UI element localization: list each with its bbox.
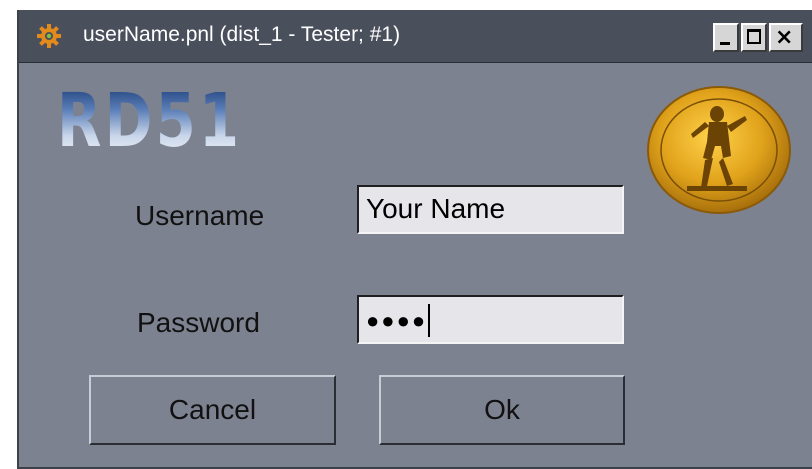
gear-icon — [37, 24, 61, 48]
rd51-logo: RD51 — [57, 78, 243, 164]
university-seal-icon — [647, 86, 791, 214]
close-icon: × — [775, 25, 794, 50]
ok-button[interactable]: Ok — [379, 375, 625, 445]
text-caret — [428, 304, 431, 337]
login-dialog-window: userName.pnl (dist_1 - Tester; #1) × RD5… — [17, 10, 812, 469]
close-button[interactable]: × — [769, 23, 803, 52]
password-label: Password — [137, 307, 260, 338]
password-input[interactable]: ●●●● — [357, 295, 624, 344]
username-label: Username — [135, 200, 265, 231]
title-bar[interactable]: userName.pnl (dist_1 - Tester; #1) × — [19, 10, 812, 63]
cancel-button[interactable]: Cancel — [89, 375, 336, 445]
maximize-button[interactable] — [741, 23, 767, 52]
window-title: userName.pnl (dist_1 - Tester; #1) — [83, 23, 401, 46]
minimize-button[interactable] — [713, 23, 739, 52]
username-input[interactable]: Your Name — [357, 185, 624, 234]
password-mask: ●●●● — [366, 308, 428, 333]
